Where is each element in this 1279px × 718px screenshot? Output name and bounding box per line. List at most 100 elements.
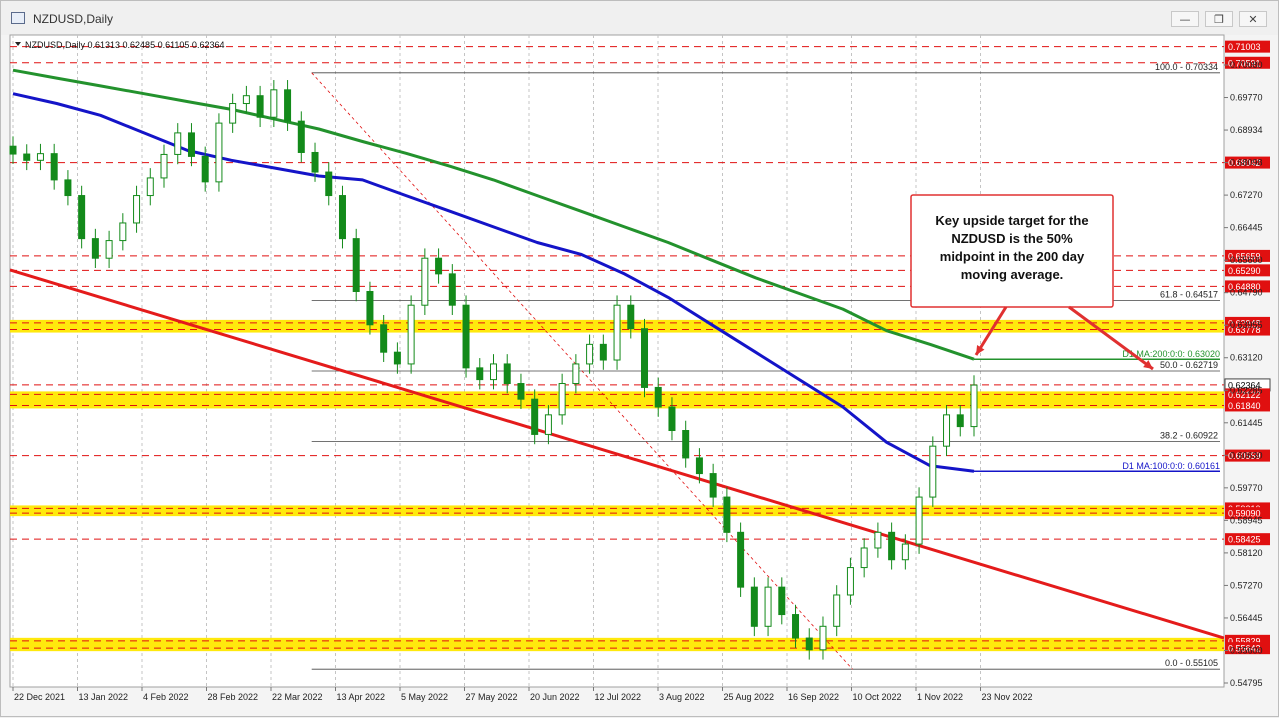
candle-body [146, 177, 154, 197]
candle-body [805, 637, 813, 651]
candle-body [874, 531, 882, 549]
candle-body [270, 89, 278, 118]
candle-body [641, 328, 649, 388]
y-tick-label: 0.61445 [1230, 418, 1263, 428]
candle-body [846, 567, 854, 596]
candle-body [448, 273, 456, 306]
candle-body [476, 367, 484, 381]
candle-body [421, 257, 429, 306]
candle-body [284, 89, 292, 122]
level-tag-label: 0.65290 [1228, 266, 1261, 276]
x-tick-label: 22 Dec 2021 [14, 692, 65, 702]
x-tick-label: 28 Feb 2022 [208, 692, 259, 702]
y-tick-label: 0.58945 [1230, 515, 1263, 525]
x-tick-label: 5 May 2022 [401, 692, 448, 702]
y-tick-label: 0.65600 [1230, 255, 1263, 265]
support-resistance-zone [10, 637, 1224, 652]
y-tick-label: 0.62285 [1230, 385, 1263, 395]
candle-body [764, 586, 772, 627]
x-tick-label: 13 Apr 2022 [337, 692, 386, 702]
annotation-line: Key upside target for the [935, 213, 1088, 228]
candle-body [133, 195, 141, 224]
candle-body [970, 384, 978, 428]
candle-body [517, 383, 525, 400]
candle-body [36, 153, 44, 161]
x-tick-label: 3 Aug 2022 [659, 692, 705, 702]
candle-body [544, 414, 552, 435]
candle-body [311, 151, 319, 173]
candle-body [50, 153, 58, 181]
y-tick-label: 0.59770 [1230, 483, 1263, 493]
candle-body [627, 304, 635, 330]
candle-body [599, 343, 607, 361]
chart-window: NZDUSD,Daily — ❐ ✕ 0.71003 0.70591 0.68042… [0, 0, 1279, 717]
y-tick-label: 0.58120 [1230, 548, 1263, 558]
candle-body [915, 496, 923, 545]
candle-body [750, 586, 758, 627]
fib-level-label: 100.0 - 0.70334 [1155, 62, 1218, 72]
x-tick-label: 22 Mar 2022 [272, 692, 323, 702]
price-chart[interactable]: 0.710030.705910.680420.656590.652900.648… [1, 1, 1279, 718]
candle-body [778, 586, 786, 616]
x-tick-label: 1 Nov 2022 [917, 692, 963, 702]
candle-body [668, 406, 676, 432]
ma-100-label: D1 MA:100:0:0: 0.60161 [1122, 461, 1220, 471]
y-tick-label: 0.55600 [1230, 645, 1263, 655]
candle-body [489, 363, 497, 381]
annotation-line: midpoint in the 200 day [940, 249, 1085, 264]
x-tick-label: 13 Jan 2022 [79, 692, 129, 702]
y-tick-label: 0.56445 [1230, 613, 1263, 623]
candle-body [338, 195, 346, 240]
support-resistance-zone [10, 505, 1224, 517]
candle-body [9, 145, 17, 155]
candle-body [462, 304, 470, 369]
candle-body [819, 625, 827, 651]
y-tick-label: 0.67270 [1230, 190, 1263, 200]
annotation-line: NZDUSD is the 50% [951, 231, 1073, 246]
candle-body [256, 95, 264, 118]
candle-body [558, 383, 566, 416]
candle-body [737, 531, 745, 588]
candle-body [860, 547, 868, 569]
x-tick-label: 12 Jul 2022 [595, 692, 642, 702]
x-tick-label: 10 Oct 2022 [853, 692, 902, 702]
candle-body [64, 179, 72, 197]
candle-body [215, 122, 223, 183]
candle-body [654, 386, 662, 408]
candle-body [325, 171, 333, 197]
candle-body [833, 594, 841, 627]
candle-body [229, 103, 237, 124]
candle-body [929, 445, 937, 498]
y-tick-label: 0.60630 [1230, 450, 1263, 460]
candle-body [174, 132, 182, 155]
x-tick-label: 16 Sep 2022 [788, 692, 839, 702]
y-tick-label: 0.57270 [1230, 580, 1263, 590]
level-tag-label: 0.71003 [1228, 42, 1261, 52]
candle-body [586, 343, 594, 365]
y-tick-label: 0.68934 [1230, 125, 1263, 135]
fib-level-label: 61.8 - 0.64517 [1160, 290, 1218, 300]
candle-body [956, 414, 964, 428]
candle-body [78, 195, 86, 240]
candle-body [201, 155, 209, 183]
candle-body [380, 324, 388, 353]
x-tick-label: 4 Feb 2022 [143, 692, 189, 702]
candle-body [187, 132, 195, 157]
candle-body [709, 473, 717, 498]
fib-level-label: 0.0 - 0.55105 [1165, 658, 1218, 668]
candle-body [901, 543, 909, 561]
y-tick-label: 0.64790 [1230, 288, 1263, 298]
y-tick-label: 0.63120 [1230, 353, 1263, 363]
candle-body [503, 363, 511, 385]
y-tick-label: 0.63955 [1230, 320, 1263, 330]
candle-body [613, 304, 621, 361]
candle-body [119, 222, 127, 242]
x-tick-label: 27 May 2022 [466, 692, 518, 702]
x-tick-label: 23 Nov 2022 [982, 692, 1033, 702]
level-tag-label: 0.61840 [1228, 401, 1261, 411]
y-tick-label: 0.66445 [1230, 223, 1263, 233]
fib-level-label: 50.0 - 0.62719 [1160, 360, 1218, 370]
candle-body [792, 614, 800, 639]
candle-body [366, 290, 374, 326]
candle-body [407, 304, 415, 365]
